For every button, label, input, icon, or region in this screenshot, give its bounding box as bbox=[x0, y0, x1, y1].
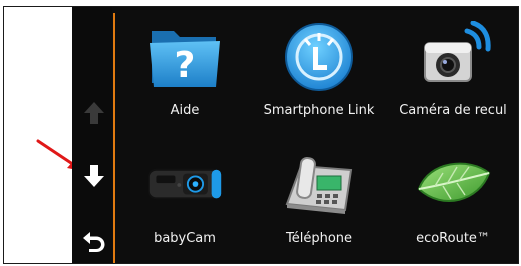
scroll-down-button[interactable] bbox=[80, 162, 108, 190]
menu-item-label: Caméra de recul bbox=[399, 103, 507, 118]
scroll-nav-bar bbox=[72, 7, 112, 263]
orange-divider bbox=[113, 13, 115, 263]
device-screen: ? Aide Smartphone Link Caméra de recul b… bbox=[72, 7, 518, 263]
menu-item-babycam[interactable]: babyCam bbox=[120, 137, 250, 255]
help-folder-icon: ? bbox=[150, 31, 220, 87]
menu-item-telephone[interactable]: Téléphone bbox=[254, 137, 384, 255]
svg-text:?: ? bbox=[175, 45, 196, 86]
menu-item-smartphone-link[interactable]: Smartphone Link bbox=[254, 9, 384, 127]
backup-camera-icon bbox=[424, 21, 491, 82]
telephone-icon bbox=[285, 156, 353, 214]
menu-item-label: ecoRoute™ bbox=[416, 231, 490, 246]
menu-item-camera-de-recul[interactable]: Caméra de recul bbox=[388, 9, 518, 127]
menu-item-label: babyCam bbox=[154, 231, 216, 246]
app-grid: ? Aide Smartphone Link Caméra de recul b… bbox=[118, 7, 518, 263]
device-frame: ? Aide Smartphone Link Caméra de recul b… bbox=[3, 6, 519, 264]
menu-item-aide[interactable]: ? Aide bbox=[120, 9, 250, 127]
menu-item-ecoroute[interactable]: ecoRoute™ bbox=[388, 137, 518, 255]
back-arrow-icon bbox=[83, 232, 105, 252]
arrow-up-icon bbox=[84, 102, 104, 124]
ecoroute-leaf-icon bbox=[417, 162, 491, 202]
menu-item-label: Aide bbox=[170, 103, 200, 118]
menu-item-label: Téléphone bbox=[285, 231, 353, 246]
back-button[interactable] bbox=[80, 227, 108, 255]
arrow-down-icon bbox=[84, 165, 104, 187]
scroll-up-button[interactable] bbox=[80, 99, 108, 127]
menu-item-label: Smartphone Link bbox=[263, 103, 375, 118]
babycam-icon bbox=[147, 168, 223, 200]
smartphone-link-icon bbox=[285, 23, 353, 91]
